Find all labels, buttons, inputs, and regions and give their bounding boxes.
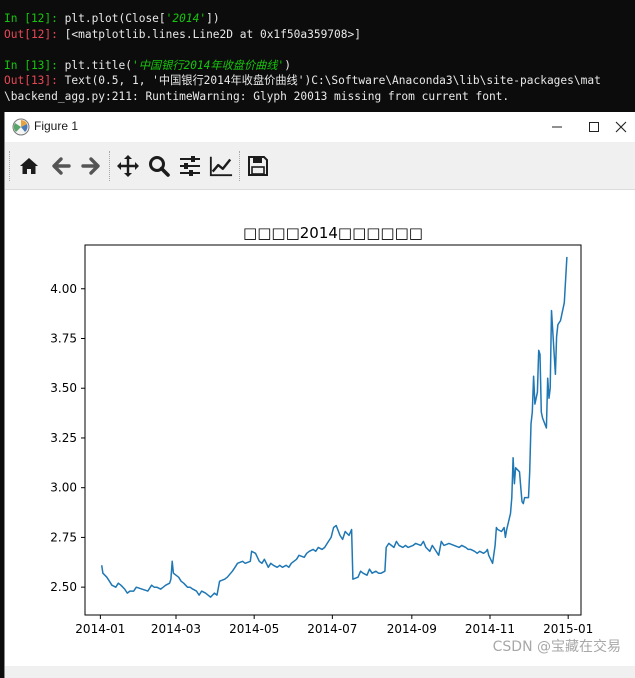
output-prompt: Out[13]: [4, 74, 65, 87]
console-line: Out[13]: Text(0.5, 1, '中国银行2014年收盘价曲线')C… [4, 73, 635, 89]
minimize-icon [552, 126, 562, 128]
x-tick-label: 2014-03 [151, 622, 201, 636]
console-line: Out[12]: [<matplotlib.lines.Line2D at 0x… [4, 27, 635, 43]
edit-axis-icon [209, 156, 233, 177]
zoom-icon [149, 156, 170, 177]
status-bar [5, 666, 635, 678]
y-tick-label: 3.25 [50, 431, 77, 445]
toolbar-separator [239, 151, 241, 181]
console-text: plt.title( [64, 58, 132, 72]
y-tick-label: 3.50 [50, 381, 77, 395]
figure-window: Figure 1 □□□□2014□□□□□□ 2014-01 2014-03 … [4, 112, 635, 678]
console-text: ]) [206, 12, 220, 25]
y-tick-label: 3.75 [50, 331, 77, 345]
forward-button[interactable] [79, 154, 103, 178]
toolbar-handle [9, 151, 11, 181]
console-line: In [12]: plt.plot(Close['2014']) [4, 11, 635, 27]
x-tick-label: 2014-11 [465, 622, 515, 636]
console-string-literal: '中国银行2014年收盘价曲线' [131, 58, 285, 72]
watermark: CSDN @宝藏在交易 [492, 639, 621, 655]
console-string-literal: '2014' [165, 12, 207, 25]
zoom-button[interactable] [147, 154, 171, 178]
console-line: \backend_agg.py:211: RuntimeWarning: Gly… [4, 89, 635, 105]
y-tick-label: 3.00 [50, 481, 77, 495]
toolbar-separator [109, 151, 111, 181]
plot-frame [84, 244, 582, 616]
navigation-toolbar [5, 142, 635, 190]
close-button[interactable] [606, 112, 635, 142]
maximize-icon [589, 122, 599, 132]
matplotlib-app-icon [12, 118, 30, 136]
save-button[interactable] [246, 154, 270, 178]
configure-subplots-button[interactable] [178, 154, 202, 178]
x-tick-label: 2014-09 [387, 622, 437, 636]
y-tick-label: 4.00 [50, 282, 77, 296]
x-tick-label: 2014-07 [307, 622, 357, 636]
pan-button[interactable] [116, 154, 140, 178]
console-text: [<matplotlib.lines.Line2D at 0x1f50a3597… [64, 27, 361, 41]
ipython-console[interactable]: In [12]: plt.plot(Close['2014']) Out[12]:… [0, 0, 635, 112]
y-tick-label: 2.75 [50, 530, 77, 544]
back-button[interactable] [49, 154, 73, 178]
back-icon [52, 157, 71, 175]
x-tick-label: 2014-01 [75, 622, 125, 636]
input-prompt: In [13]: [4, 58, 65, 72]
chart-title: □□□□2014□□□□□□ [243, 224, 423, 242]
console-text: plt.plot(Close[ [64, 12, 166, 25]
window-titlebar[interactable]: Figure 1 [5, 112, 635, 142]
output-prompt: Out[12]: [4, 27, 65, 41]
home-button[interactable] [17, 154, 41, 178]
console-text: Text(0.5, 1, '中国银行2014年收盘价曲线')C:\Softwar… [64, 74, 601, 87]
console-line: In [13]: plt.title('中国银行2014年收盘价曲线') [4, 58, 635, 74]
forward-icon [81, 157, 100, 175]
x-tick-label: 2015-01 [543, 622, 593, 636]
figure-canvas[interactable]: □□□□2014□□□□□□ 2014-01 2014-03 2014-05 2014-… [5, 190, 635, 666]
close-icon [615, 121, 627, 133]
configure-subplots-icon [180, 156, 200, 176]
save-icon [248, 156, 268, 176]
console-text: \backend_agg.py:211: RuntimeWarning: Gly… [4, 89, 510, 103]
y-tick-label: 2.50 [50, 580, 77, 594]
x-tick-label: 2014-05 [229, 622, 279, 636]
home-icon [20, 158, 38, 174]
pan-icon [117, 155, 139, 177]
input-prompt: In [12]: [4, 12, 65, 25]
window-title: Figure 1 [34, 119, 79, 133]
line-chart: □□□□2014□□□□□□ 2014-01 2014-03 2014-05 2014-… [50, 224, 593, 636]
edit-axis-button[interactable] [209, 154, 233, 178]
console-text: ) [284, 58, 292, 72]
series-line [100, 256, 568, 598]
